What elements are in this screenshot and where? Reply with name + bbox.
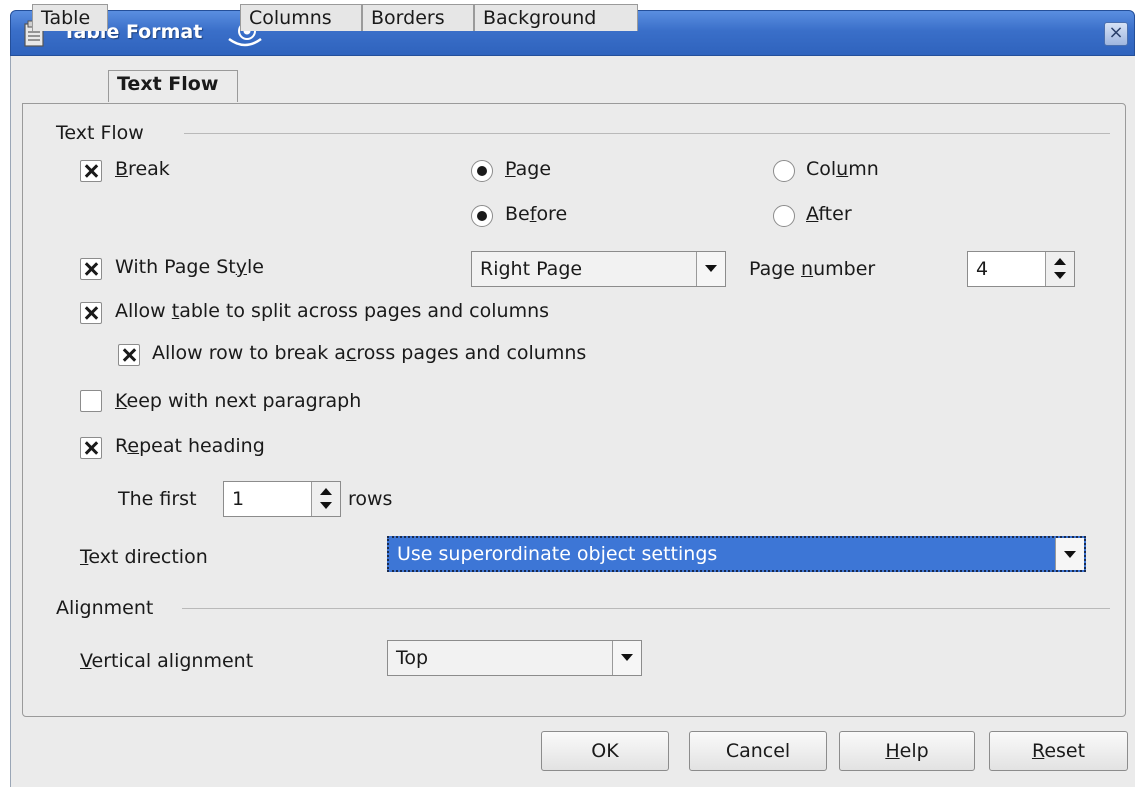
with-page-style-checkbox[interactable]	[80, 258, 102, 280]
after-label: After	[806, 203, 852, 225]
page-style-select[interactable]: Right Page	[471, 251, 726, 287]
vertical-alignment-label: Vertical alignment	[80, 650, 254, 672]
ok-button[interactable]: OK	[541, 731, 669, 771]
chevron-down-icon[interactable]	[696, 252, 725, 286]
vertical-alignment-select[interactable]: Top	[387, 640, 642, 676]
alignment-group-label: Alignment	[56, 597, 154, 619]
with-page-style-label: With Page Style	[115, 256, 264, 278]
break-label: Break	[115, 158, 170, 180]
first-rows-spinner[interactable]: 1	[223, 481, 341, 517]
repeat-heading-checkbox[interactable]	[80, 437, 102, 459]
allow-split-label: Allow table to split across pages and co…	[115, 300, 550, 322]
table-format-dialog: Table Format × Table Text Flow Columns B…	[0, 0, 1137, 787]
break-checkbox[interactable]	[80, 160, 102, 182]
text-direction-select[interactable]: Use superordinate object settings	[387, 536, 1086, 572]
close-button[interactable]: ×	[1104, 22, 1128, 46]
text-direction-label: Text direction	[80, 546, 208, 568]
column-radio[interactable]	[773, 160, 795, 182]
keep-with-next-checkbox[interactable]	[80, 390, 102, 412]
before-radio[interactable]	[471, 205, 493, 227]
help-button[interactable]: Help	[839, 731, 975, 771]
tab-borders[interactable]: Borders	[362, 4, 474, 31]
page-style-value: Right Page	[480, 258, 583, 280]
page-number-spinner[interactable]: 4	[967, 251, 1075, 287]
vertical-alignment-value: Top	[396, 647, 429, 669]
page-radio[interactable]	[471, 160, 493, 182]
tab-table[interactable]: Table	[32, 4, 108, 31]
text-flow-group-label: Text Flow	[56, 122, 144, 144]
page-number-value: 4	[976, 258, 989, 280]
page-label: Page	[505, 158, 552, 180]
first-rows-value: 1	[232, 488, 245, 510]
page-number-label: Page number	[749, 258, 876, 280]
chevron-down-icon[interactable]	[1055, 538, 1084, 570]
tab-columns[interactable]: Columns	[240, 4, 362, 31]
group-divider	[184, 133, 1110, 134]
group-divider	[182, 608, 1110, 609]
first-rows-label: The first	[118, 488, 197, 510]
tab-background[interactable]: Background	[474, 4, 638, 31]
column-label: Column	[806, 158, 879, 180]
after-radio[interactable]	[773, 205, 795, 227]
text-direction-value: Use superordinate object settings	[397, 543, 718, 565]
chevron-down-icon[interactable]	[612, 641, 641, 675]
allow-row-break-label: Allow row to break across pages and colu…	[152, 342, 587, 364]
cancel-button[interactable]: Cancel	[689, 731, 827, 771]
spin-arrows-icon[interactable]	[311, 482, 340, 516]
rows-suffix: rows	[348, 488, 393, 510]
spin-arrows-icon[interactable]	[1045, 252, 1074, 286]
tab-text-flow[interactable]: Text Flow	[108, 70, 238, 102]
reset-button[interactable]: Reset	[989, 731, 1128, 771]
repeat-heading-label: Repeat heading	[115, 435, 265, 457]
keep-with-next-label: Keep with next paragraph	[115, 390, 362, 412]
allow-row-break-checkbox[interactable]	[118, 344, 140, 366]
allow-split-checkbox[interactable]	[80, 302, 102, 324]
before-label: Before	[505, 203, 568, 225]
